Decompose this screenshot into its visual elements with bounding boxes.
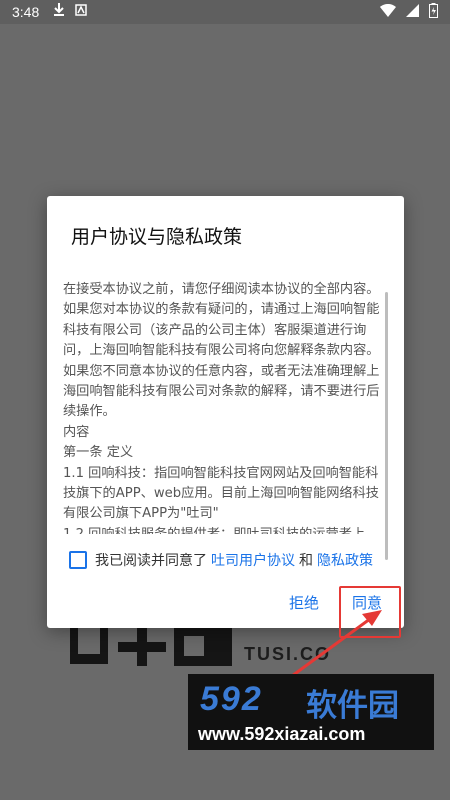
agreement-paragraph: 在接受本协议之前，请您仔细阅读本协议的全部内容。如果您对本协议的条款有疑问的，请… (63, 282, 380, 420)
agree-checkbox[interactable] (69, 551, 87, 569)
dialog-title: 用户协议与隐私政策 (71, 226, 243, 248)
and-text: 和 (299, 553, 313, 569)
user-agreement-link[interactable]: 吐司用户协议 (211, 550, 295, 570)
watermark-number: 592 (200, 680, 263, 718)
status-time: 3:48 (12, 4, 40, 20)
agreement-paragraph: 1.2 回响科技服务的提供者：即吐司科技的运营者上 (63, 525, 387, 534)
agree-prefix-text: 我已阅读并同意了 (95, 553, 207, 569)
watermark-name: 软件园 (306, 688, 399, 724)
agreement-paragraph: 内容 (63, 424, 90, 440)
app-notification-icon (75, 4, 87, 20)
watermark: 592 软件园 www.592xiazai.com (188, 674, 434, 750)
agree-row: 我已阅读并同意了 吐司用户协议 和 隐私政策 (69, 550, 373, 570)
scrollbar[interactable] (385, 292, 388, 560)
wifi-icon (380, 3, 396, 21)
download-icon (53, 3, 65, 21)
battery-icon (429, 2, 438, 22)
agreement-text[interactable]: 在接受本协议之前，请您仔细阅读本协议的全部内容。如果您对本协议的条款有疑问的，请… (63, 280, 387, 534)
status-bar: 3:48 (0, 0, 450, 24)
agreement-paragraph: 1.1 回响科技：指回响智能科技官网网站及回响智能科技旗下的APP、web应用。… (63, 465, 379, 522)
watermark-url: www.592xiazai.com (198, 724, 366, 744)
privacy-dialog: 用户协议与隐私政策 在接受本协议之前，请您仔细阅读本协议的全部内容。如果您对本协… (47, 196, 404, 628)
signal-icon (406, 3, 419, 21)
agreement-paragraph: 第一条 定义 (63, 445, 134, 461)
privacy-policy-link[interactable]: 隐私政策 (317, 550, 373, 570)
